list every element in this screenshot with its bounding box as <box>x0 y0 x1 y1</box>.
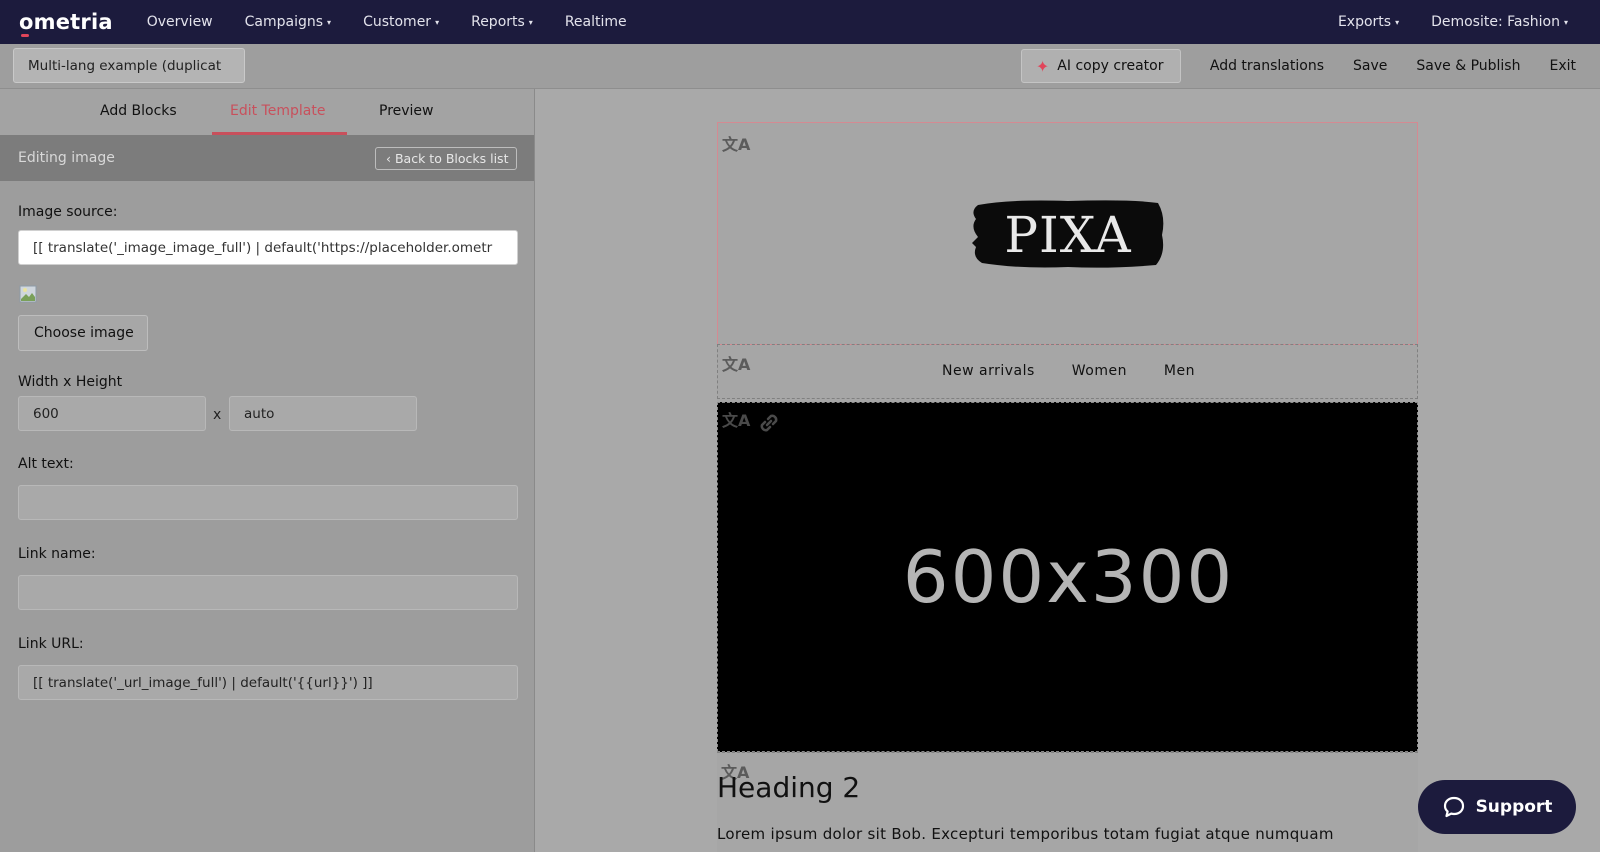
menu-block[interactable]: 文A New arrivals Women Men <box>717 344 1418 399</box>
link-name-input[interactable] <box>18 575 518 610</box>
tab-edit-template[interactable]: Edit Template <box>230 103 325 119</box>
link-url-input[interactable]: [[ translate('_url_image_full') | defaul… <box>18 665 518 700</box>
text-block[interactable]: 文A Heading 2 Lorem ipsum dolor sit Bob. … <box>717 752 1418 852</box>
sparkle-icon: ✦ <box>1035 56 1050 76</box>
editing-header: Editing image ‹ Back to Blocks list <box>0 135 534 181</box>
translate-icon[interactable]: 文A <box>722 131 750 155</box>
alt-text-input[interactable] <box>18 485 518 520</box>
add-translations-button[interactable]: Add translations <box>1210 58 1324 74</box>
link-url-label: Link URL: <box>18 636 84 652</box>
broken-image-icon <box>19 285 37 303</box>
choose-image-button[interactable]: Choose image <box>18 315 148 351</box>
caret-down-icon: ▾ <box>1395 17 1400 27</box>
nav-overview[interactable]: Overview <box>147 14 213 30</box>
toolbar-actions: ✦ AI copy creator Add translations Save … <box>1020 49 1576 83</box>
caret-down-icon: ▾ <box>327 17 332 27</box>
nav-realtime-label: Realtime <box>564 14 627 30</box>
support-button[interactable]: Support <box>1418 780 1576 834</box>
nav-reports[interactable]: Reports ▾ <box>471 14 533 30</box>
ometria-logo[interactable]: ometria <box>19 10 113 37</box>
back-to-blocks-button[interactable]: ‹ Back to Blocks list <box>375 147 517 170</box>
editor-toolbar: Multi-lang example (duplicat ✦ AI copy c… <box>0 44 1600 89</box>
save-publish-button[interactable]: Save & Publish <box>1416 58 1520 74</box>
caret-down-icon: ▾ <box>435 17 440 27</box>
image-source-label: Image source: <box>18 204 118 220</box>
email-body-text: Lorem ipsum dolor sit Bob. Excepturi tem… <box>717 825 1334 843</box>
logo-text: PIXA <box>1004 206 1132 264</box>
link-name-label: Link name: <box>18 546 96 562</box>
caret-down-icon: ▾ <box>528 17 533 27</box>
ai-copy-label: AI copy creator <box>1057 58 1164 74</box>
save-button[interactable]: Save <box>1353 58 1387 74</box>
alt-text-label: Alt text: <box>18 456 74 472</box>
menu-link-men[interactable]: Men <box>1164 363 1195 379</box>
email-heading: Heading 2 <box>717 771 861 804</box>
email-preview: 文A PIXA 文A New arrivals Women Men 文A 600… <box>717 122 1418 852</box>
tab-preview[interactable]: Preview <box>379 103 434 119</box>
brand-logo-image: PIXA <box>970 197 1166 269</box>
support-label: Support <box>1475 797 1553 817</box>
chat-bubble-icon <box>1443 796 1464 818</box>
nav-customer-label: Customer <box>363 14 432 30</box>
top-navigation: ometria Overview Campaigns ▾ Customer ▾ Re… <box>0 0 1600 44</box>
translate-icon[interactable]: 文A <box>722 407 750 431</box>
email-menu-links: New arrivals Women Men <box>718 363 1419 379</box>
panel-tabs: Add Blocks Edit Template Preview <box>0 89 534 135</box>
hero-image-block[interactable]: 文A 600x300 <box>717 402 1418 752</box>
nav-overview-label: Overview <box>146 14 213 30</box>
caret-down-icon: ▾ <box>1563 17 1568 27</box>
exit-button[interactable]: Exit <box>1549 58 1576 74</box>
editor-side-panel: Add Blocks Edit Template Preview Editing… <box>0 89 535 852</box>
nav-realtime[interactable]: Realtime <box>565 14 627 30</box>
site-selector[interactable]: Demosite: Fashion ▾ <box>1431 14 1568 30</box>
nav-reports-label: Reports <box>471 14 525 30</box>
site-selector-label: Demosite: Fashion <box>1431 14 1560 30</box>
size-separator: x <box>213 407 222 423</box>
height-input[interactable]: auto <box>229 396 417 431</box>
logo-accent <box>21 34 29 37</box>
nav-customer[interactable]: Customer ▾ <box>363 14 439 30</box>
hero-placeholder-text: 600x300 <box>902 535 1235 619</box>
editing-title: Editing image <box>18 150 115 166</box>
nav-campaigns[interactable]: Campaigns ▾ <box>245 14 331 30</box>
logo-text: ometria <box>19 10 113 34</box>
nav-campaigns-label: Campaigns <box>244 14 324 30</box>
width-input[interactable]: 600 <box>18 396 206 431</box>
ai-copy-creator-button[interactable]: ✦ AI copy creator <box>1020 49 1181 83</box>
menu-link-women[interactable]: Women <box>1072 363 1127 379</box>
nav-exports-label: Exports <box>1337 14 1392 30</box>
menu-link-new-arrivals[interactable]: New arrivals <box>942 363 1035 379</box>
nav-right: Exports ▾ Demosite: Fashion ▾ <box>1306 0 1568 44</box>
logo-block[interactable]: 文A PIXA <box>717 122 1418 345</box>
nav-exports[interactable]: Exports ▾ <box>1338 14 1399 30</box>
tab-add-blocks[interactable]: Add Blocks <box>100 103 177 119</box>
template-name-field[interactable]: Multi-lang example (duplicat <box>13 48 245 83</box>
link-icon[interactable] <box>755 409 783 437</box>
size-label: Width x Height <box>18 374 123 390</box>
image-source-input[interactable]: [[ translate('_image_image_full') | defa… <box>18 230 518 265</box>
main-menu: Overview Campaigns ▾ Customer ▾ Reports ▾ R… <box>131 14 643 30</box>
